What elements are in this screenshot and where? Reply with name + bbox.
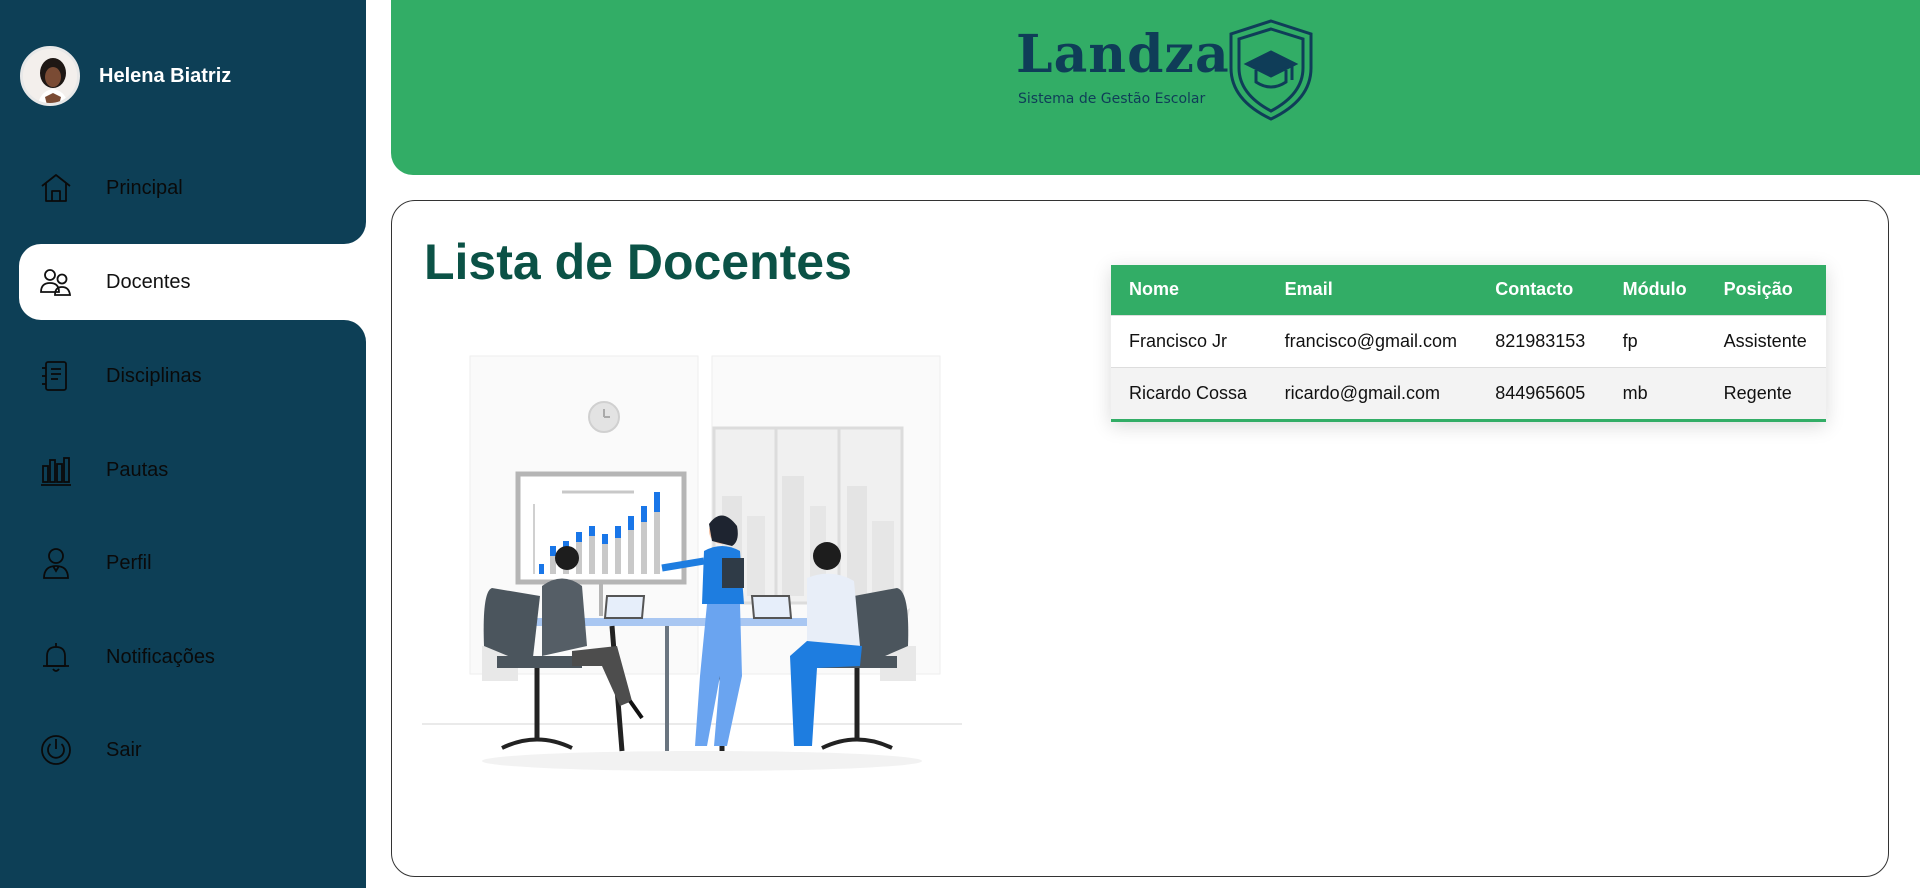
sidebar-item-label: Perfil: [106, 551, 152, 574]
user-profile[interactable]: Helena Biatriz: [20, 46, 231, 106]
user-name: Helena Biatriz: [99, 64, 232, 87]
sidebar-item-notificacoes[interactable]: Notificações: [0, 619, 366, 695]
sidebar-item-label: Pautas: [106, 458, 169, 481]
sidebar-item-docentes[interactable]: Docentes: [19, 244, 366, 320]
header-banner: Landza Sistema de Gestão Escolar: [391, 0, 1920, 175]
sidebar-item-label: Sair: [106, 738, 142, 761]
sidebar-item-label: Notificações: [106, 645, 215, 668]
table-row[interactable]: Francisco Jr francisco@gmail.com 8219831…: [1111, 314, 1826, 367]
users-icon: [38, 264, 74, 300]
column-header-modulo[interactable]: Módulo: [1604, 265, 1706, 315]
cell-email: ricardo@gmail.com: [1266, 366, 1478, 419]
cell-modulo: mb: [1604, 366, 1706, 419]
logo-title: Landza: [1016, 24, 1230, 85]
user-icon: [38, 545, 74, 581]
cell-posicao: Regente: [1705, 366, 1826, 419]
page-title: Lista de Docentes: [424, 234, 852, 290]
cell-posicao: Assistente: [1705, 314, 1826, 367]
shield-graduation-icon: [1229, 19, 1313, 121]
column-header-posicao[interactable]: Posição: [1705, 265, 1826, 315]
table-row[interactable]: Ricardo Cossa ricardo@gmail.com 84496560…: [1111, 366, 1826, 419]
sidebar: Helena Biatriz Principal Docentes Discip…: [0, 0, 366, 888]
book-icon: [38, 358, 74, 394]
sidebar-item-principal[interactable]: Principal: [0, 150, 366, 226]
column-header-email[interactable]: Email: [1266, 265, 1478, 315]
logo-subtitle: Sistema de Gestão Escolar: [1018, 91, 1206, 107]
sidebar-item-label: Disciplinas: [106, 364, 202, 387]
cell-modulo: fp: [1604, 314, 1706, 367]
avatar: [20, 46, 80, 106]
sidebar-item-disciplinas[interactable]: Disciplinas: [0, 338, 366, 414]
bell-icon: [38, 639, 74, 675]
docentes-table: Nome Email Contacto Módulo Posição Franc…: [1111, 265, 1826, 422]
sidebar-item-label: Principal: [106, 176, 183, 199]
cell-contacto: 844965605: [1477, 366, 1605, 419]
cell-nome: Ricardo Cossa: [1111, 366, 1267, 419]
sidebar-item-label: Docentes: [106, 270, 191, 293]
power-icon: [38, 732, 74, 768]
table-header-row: Nome Email Contacto Módulo Posição: [1111, 265, 1826, 315]
home-icon: [38, 170, 74, 206]
logo[interactable]: Landza Sistema de Gestão Escolar: [1016, 18, 1316, 122]
column-header-nome[interactable]: Nome: [1111, 265, 1267, 315]
main-card: Lista de Docentes Nome Email Contacto Mó…: [391, 200, 1889, 877]
cell-email: francisco@gmail.com: [1266, 314, 1478, 367]
team-meeting-illustration: [422, 355, 962, 771]
cell-contacto: 821983153: [1477, 314, 1605, 367]
bar-chart-icon: [38, 452, 74, 488]
cell-nome: Francisco Jr: [1111, 314, 1267, 367]
sidebar-item-pautas[interactable]: Pautas: [0, 432, 366, 508]
column-header-contacto[interactable]: Contacto: [1477, 265, 1605, 315]
sidebar-item-perfil[interactable]: Perfil: [0, 525, 366, 601]
sidebar-item-sair[interactable]: Sair: [0, 712, 366, 788]
